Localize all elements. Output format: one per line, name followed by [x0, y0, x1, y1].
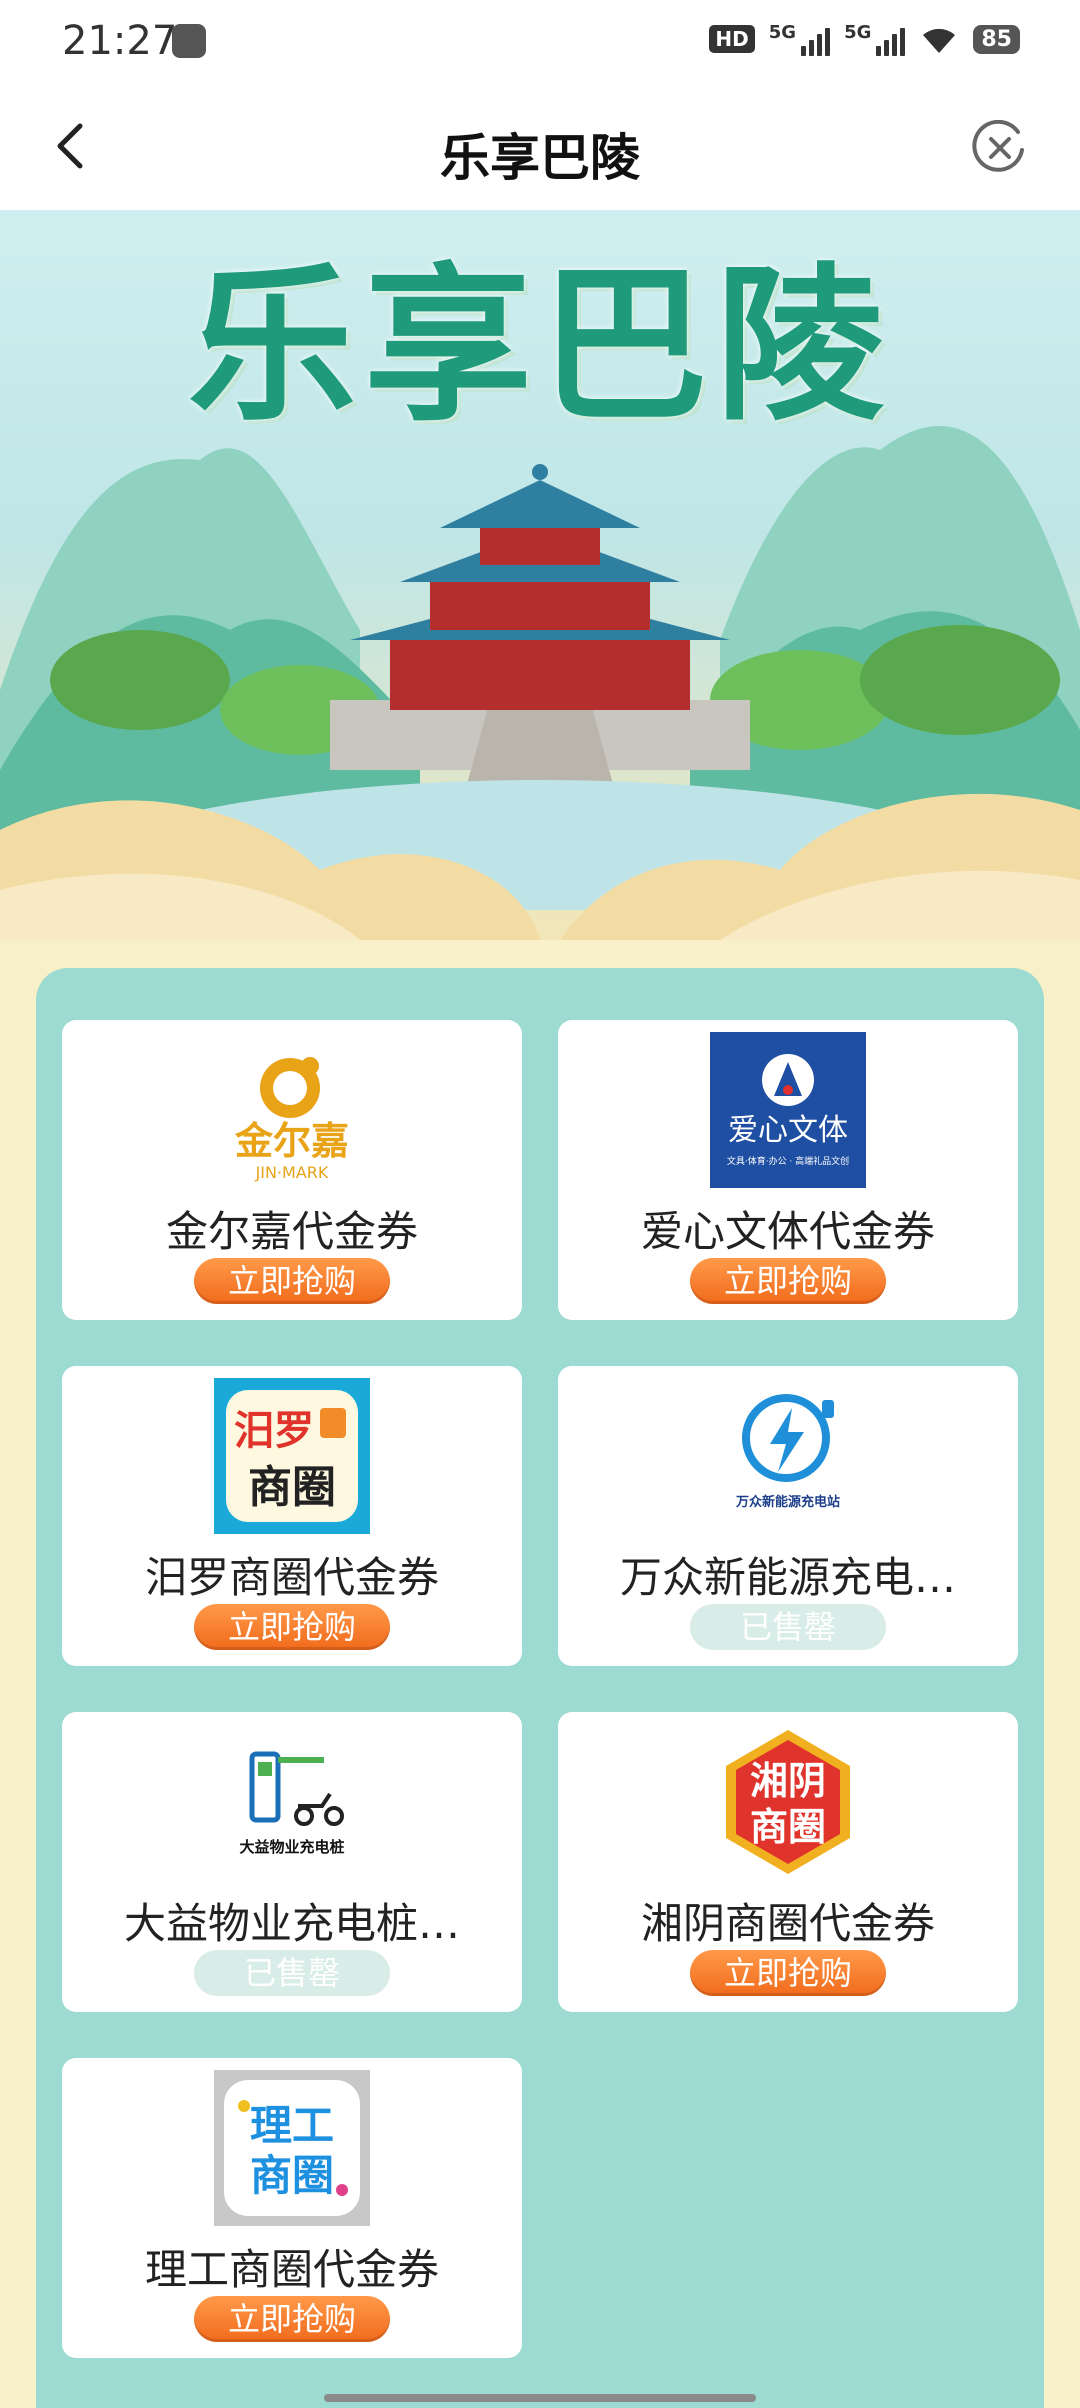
svg-text:大益物业充电桩: 大益物业充电桩 [239, 1838, 344, 1856]
notification-app-icon [172, 24, 206, 58]
coupon-name: 爱心文体代金券 [640, 1207, 935, 1256]
jinerjia-logo: 金尔嘉 JIN·MARK [214, 1032, 370, 1188]
buy-now-button[interactable]: 立即抢购 [690, 1950, 886, 1996]
xiangyin-logo: 湘阴 商圈 [710, 1724, 866, 1880]
svg-text:商圈: 商圈 [750, 1805, 826, 1849]
dayi-logo: 大益物业充电桩 [214, 1724, 370, 1880]
signal-icon-sim1: 5G [769, 22, 831, 56]
buy-now-button[interactable]: 立即抢购 [194, 1258, 390, 1304]
coupon-name: 湘阴商圈代金券 [640, 1899, 935, 1948]
svg-text:商圈: 商圈 [248, 1462, 336, 1513]
hd-voice-icon: HD [709, 25, 755, 53]
signal-icon-sim2: 5G [844, 22, 906, 56]
buy-now-button[interactable]: 立即抢购 [194, 1604, 390, 1650]
svg-text:JIN·MARK: JIN·MARK [255, 1163, 329, 1182]
svg-text:万众新能源充电站: 万众新能源充电站 [735, 1494, 840, 1510]
hero-illustration [0, 426, 1080, 940]
status-indicators: HD 5G 5G 85 [709, 22, 1020, 56]
buy-now-button[interactable]: 立即抢购 [194, 2296, 390, 2342]
coupon-card-dayi[interactable]: 大益物业充电桩 大益物业充电桩… 已售罄 [62, 1712, 522, 2012]
status-bar: 21:27 HD 5G 5G 85 [0, 0, 1080, 84]
coupon-card-miluo[interactable]: 汨罗 商圈 汨罗商圈代金券 立即抢购 [62, 1366, 522, 1666]
coupon-name: 万众新能源充电… [619, 1553, 956, 1602]
page-title: 乐享巴陵 [440, 129, 640, 187]
nav-bar: 乐享巴陵 [0, 84, 1080, 210]
close-icon[interactable] [972, 119, 1028, 176]
coupon-card-ligong[interactable]: 理工 商圈 理工商圈代金券 立即抢购 [62, 2058, 522, 2358]
svg-text:金尔嘉: 金尔嘉 [234, 1119, 349, 1163]
home-indicator[interactable] [324, 2394, 756, 2402]
battery-icon: 85 [973, 24, 1020, 54]
status-time: 21:27 [62, 18, 178, 64]
buy-now-button[interactable]: 立即抢购 [690, 1258, 886, 1304]
svg-text:爱心文体: 爱心文体 [728, 1113, 848, 1148]
ligong-logo: 理工 商圈 [214, 2070, 370, 2226]
coupon-name: 大益物业充电桩… [123, 1899, 460, 1948]
coupon-name: 理工商圈代金券 [144, 2245, 439, 2294]
sold-out-button: 已售罄 [690, 1604, 886, 1650]
coupon-panel: 金尔嘉 JIN·MARK 金尔嘉代金券 立即抢购 爱心文体 文具·体育·办公 ·… [36, 968, 1044, 2408]
miluo-logo: 汨罗 商圈 [214, 1378, 370, 1534]
sold-out-button: 已售罄 [194, 1950, 390, 1996]
svg-text:汨罗: 汨罗 [234, 1408, 314, 1454]
svg-text:理工: 理工 [250, 2101, 334, 2150]
svg-text:湘阴: 湘阴 [750, 1759, 826, 1803]
wifi-icon [919, 23, 959, 55]
wanzhong-logo: 万众新能源充电站 [710, 1378, 866, 1534]
coupon-card-jinerjia[interactable]: 金尔嘉 JIN·MARK 金尔嘉代金券 立即抢购 [62, 1020, 522, 1320]
coupon-name: 汨罗商圈代金券 [144, 1553, 439, 1602]
coupon-card-aixin[interactable]: 爱心文体 文具·体育·办公 · 高端礼品文创 爱心文体代金券 立即抢购 [558, 1020, 1018, 1320]
coupon-card-wanzhong[interactable]: 万众新能源充电站 万众新能源充电… 已售罄 [558, 1366, 1018, 1666]
svg-text:商圈: 商圈 [250, 2151, 334, 2200]
hero-banner: 乐享巴陵 [0, 210, 1080, 940]
coupon-name: 金尔嘉代金券 [165, 1207, 418, 1256]
aixin-logo: 爱心文体 文具·体育·办公 · 高端礼品文创 [710, 1032, 866, 1188]
coupon-card-xiangyin[interactable]: 湘阴 商圈 湘阴商圈代金券 立即抢购 [558, 1712, 1018, 2012]
svg-text:文具·体育·办公 · 高端礼品文创: 文具·体育·办公 · 高端礼品文创 [727, 1155, 849, 1167]
